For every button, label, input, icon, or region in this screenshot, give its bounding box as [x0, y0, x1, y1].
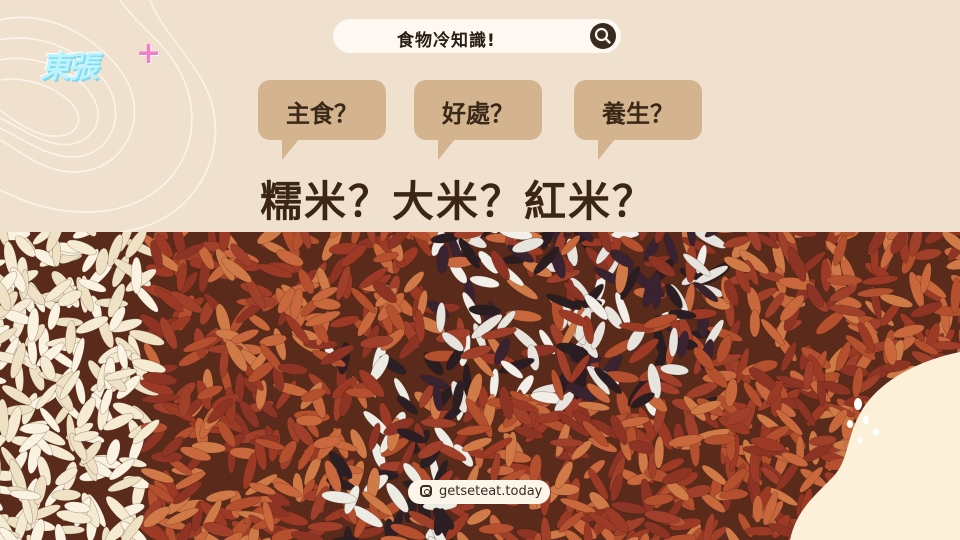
graphic-canvas: 東張 + 食物冷知識! 主食？ 好處？ 養生？ 糯米？大米？紅米？ getset…: [0, 0, 960, 540]
instagram-icon: [420, 485, 432, 497]
social-handle-pill[interactable]: getseteat.today: [408, 480, 550, 504]
social-handle-text: getseteat.today: [439, 484, 543, 499]
cream-blob-decoration: [790, 352, 960, 540]
